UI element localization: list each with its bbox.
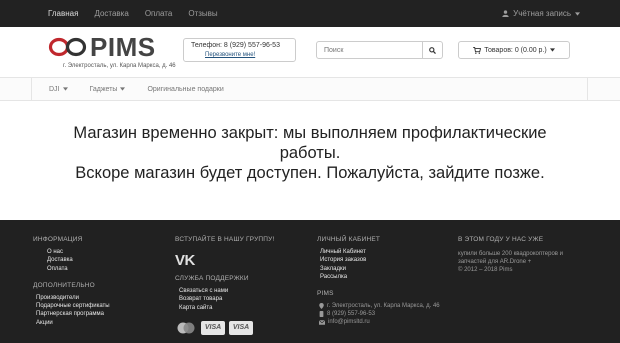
footer-link-sitemap[interactable]: Карта сайта (179, 304, 274, 312)
logo[interactable]: PIMS (48, 34, 156, 60)
caret-down-icon (62, 87, 68, 91)
footer-link-orders[interactable]: История заказов (320, 256, 440, 264)
footer-link-account[interactable]: Личный Кабинет (320, 248, 440, 256)
footer-shop-heading: В этом году у нас уже (458, 236, 544, 243)
footer-link-certificates[interactable]: Подарочные сертификаты (36, 302, 110, 310)
footer-shop-text: купили больше 200 квадрокоптеров и запча… (458, 251, 564, 265)
menu-item-gifts[interactable]: Оригинальные подарки (147, 86, 223, 93)
footer-group-column: Вступайте в нашу группу! VK Служба подде… (175, 220, 274, 335)
menu-item-label: Гаджеты (89, 85, 118, 93)
footer-copyright: © 2012 – 2018 Pims (458, 267, 513, 273)
header: PIMS г. Электросталь, ул. Карла Маркса, … (0, 27, 620, 75)
footer-cabinet-heading: Личный кабинет (317, 236, 381, 243)
top-nav-payment[interactable]: Оплата (145, 9, 173, 18)
message-line-2: работы. (279, 144, 341, 162)
footer-link-about[interactable]: О нас (47, 248, 110, 256)
top-nav-delivery[interactable]: Доставка (94, 9, 128, 18)
footer-info-column: Информация О нас Доставка Оплата Дополни… (33, 220, 110, 327)
maintenance-message: Магазин временно закрыт: мы выполняем пр… (0, 123, 620, 183)
footer-email[interactable]: info@pimsltd.ru (319, 318, 440, 326)
top-bar: Главная Доставка Оплата Отзывы Учётная з… (0, 0, 620, 27)
visa-icon: VISA (201, 320, 225, 335)
top-nav-reviews[interactable]: Отзывы (188, 9, 217, 18)
menu-item-dji[interactable]: DJI (49, 86, 68, 93)
footer-group-heading: Вступайте в нашу группу! (175, 236, 275, 243)
caret-down-icon (120, 87, 126, 91)
callback-link[interactable]: Перезвоните мне! (205, 52, 255, 58)
cart-icon (473, 46, 482, 54)
category-menu: DJI Гаджеты Оригинальные подарки (0, 77, 620, 101)
menu-item-gadgets[interactable]: Гаджеты (90, 86, 126, 93)
account-label: Учётная запись (513, 9, 571, 18)
menu-item-label: DJI (49, 85, 60, 93)
logo-infinity-icon (48, 37, 87, 57)
footer-link-newsletter[interactable]: Рассылка (320, 273, 440, 281)
footer-link-delivery[interactable]: Доставка (47, 256, 110, 264)
footer-info-heading: Информация (33, 236, 83, 243)
vk-icon[interactable]: VK (175, 252, 274, 269)
footer-link-manufacturers[interactable]: Производители (36, 294, 110, 302)
message-line-3: Вскоре магазин будет доступен. Пожалуйст… (75, 164, 545, 182)
footer-link-contact[interactable]: Связаться с нами (179, 287, 274, 295)
mastercard-icon (175, 321, 197, 335)
footer: Информация О нас Доставка Оплата Дополни… (0, 220, 620, 343)
message-line-1: Магазин временно закрыт: мы выполняем пр… (73, 124, 547, 142)
search-icon (429, 46, 436, 54)
footer-link-payment[interactable]: Оплата (47, 265, 110, 273)
user-icon (502, 10, 509, 17)
footer-shop-column: В этом году у нас уже купили больше 200 … (458, 220, 588, 274)
visa-electron-icon: VISA (229, 320, 253, 335)
footer-address: г. Электросталь, ул. Карла Маркса, д. 46 (319, 302, 440, 310)
footer-pims-heading: PIMS (317, 290, 334, 298)
menu-item-label: Оригинальные подарки (147, 85, 224, 93)
store-address: г. Электросталь, ул. Карла Маркса, д. 46 (63, 63, 176, 69)
top-nav: Главная Доставка Оплата Отзывы (48, 0, 234, 27)
envelope-icon (319, 319, 325, 325)
top-nav-home[interactable]: Главная (48, 9, 78, 18)
footer-link-wishlist[interactable]: Закладки (320, 265, 440, 273)
account-menu[interactable]: Учётная запись (502, 0, 580, 27)
footer-support-heading: Служба поддержки (175, 275, 249, 282)
map-marker-icon (319, 303, 324, 310)
footer-link-returns[interactable]: Возврат товара (179, 295, 274, 303)
cart-label: Товаров: 0 (0.00 р.) (484, 46, 547, 54)
search-button[interactable] (422, 42, 442, 58)
search-input[interactable] (317, 42, 422, 58)
phone-box: Телефон: 8 (929) 557-96-53 Перезвоните м… (183, 38, 296, 62)
footer-link-affiliate[interactable]: Партнерская программа (36, 310, 110, 318)
caret-down-icon (549, 48, 555, 52)
payment-icons: VISA VISA (175, 320, 274, 335)
main-content: Магазин временно закрыт: мы выполняем пр… (0, 101, 620, 220)
phone-icon (319, 311, 324, 318)
footer-extra-heading: Дополнительно (33, 281, 95, 289)
footer-cabinet-column: Личный кабинет Личный Кабинет История за… (317, 220, 440, 326)
caret-down-icon (575, 11, 580, 16)
footer-phone: 8 (929) 557-96-53 (319, 310, 440, 318)
footer-link-specials[interactable]: Акции (36, 319, 110, 327)
search-box (316, 41, 443, 59)
phone-number: Телефон: 8 (929) 557-96-53 (191, 42, 280, 49)
cart-button[interactable]: Товаров: 0 (0.00 р.) (458, 41, 570, 59)
logo-text: PIMS (90, 32, 156, 62)
